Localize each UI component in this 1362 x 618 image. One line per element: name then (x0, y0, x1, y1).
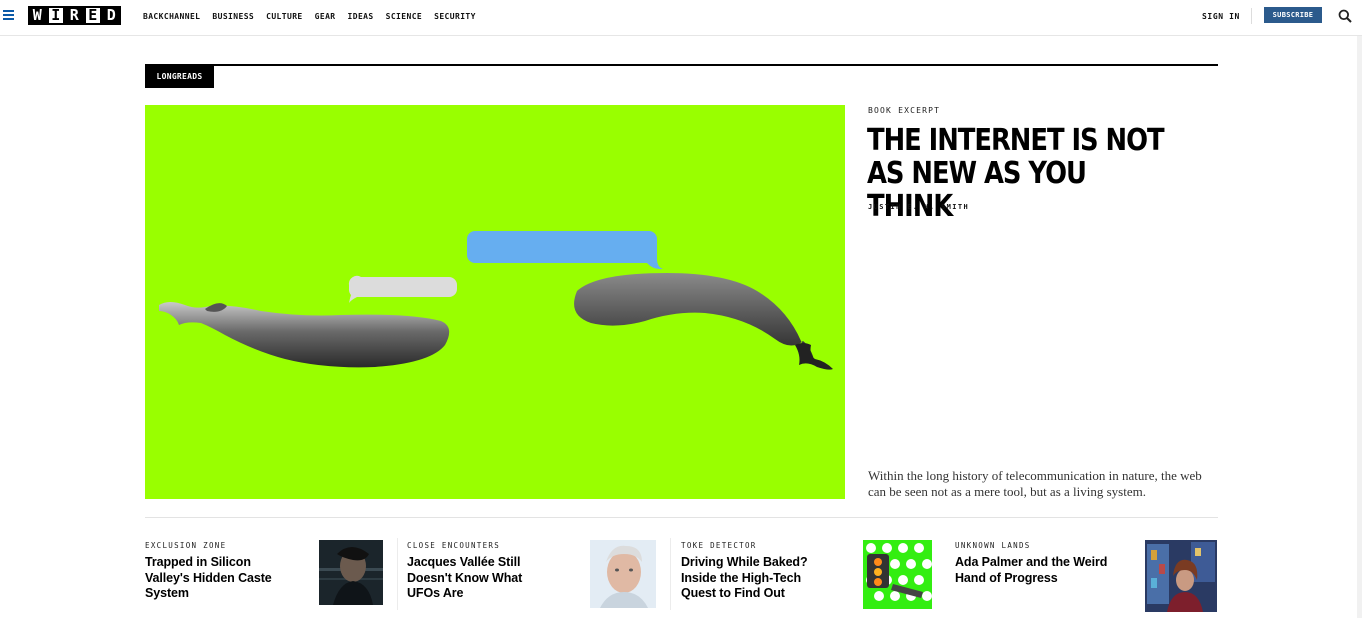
logo-letter: W (28, 6, 47, 25)
logo-letter: E (83, 6, 102, 25)
section-divider (145, 517, 1218, 518)
story-thumbnail[interactable] (319, 540, 383, 605)
page-scrollbar[interactable] (1357, 36, 1362, 618)
feature-byline[interactable]: JUSTIN E. H. SMITH (868, 203, 969, 211)
section-nav: BACKCHANNEL BUSINESS CULTURE GEAR IDEAS … (143, 12, 488, 21)
logo-letter: R (65, 6, 84, 25)
nav-link-backchannel[interactable]: BACKCHANNEL (143, 12, 200, 21)
top-navigation-bar: W I R E D BACKCHANNEL BUSINESS CULTURE G… (0, 0, 1362, 36)
card-separator (670, 538, 671, 610)
nav-link-ideas[interactable]: IDEAS (348, 12, 374, 21)
right-whale (574, 273, 833, 370)
story-kicker[interactable]: CLOSE ENCOUNTERS (407, 541, 500, 550)
story-thumbnail[interactable] (1145, 540, 1217, 612)
nav-link-science[interactable]: SCIENCE (386, 12, 423, 21)
nav-link-gear[interactable]: GEAR (315, 12, 336, 21)
nav-link-business[interactable]: BUSINESS (212, 12, 254, 21)
story-title[interactable]: Jacques Vallée Still Doesn't Know What U… (407, 555, 547, 602)
nav-link-security[interactable]: SECURITY (434, 12, 476, 21)
story-kicker[interactable]: UNKNOWN LANDS (955, 541, 1031, 550)
story-card[interactable]: CLOSE ENCOUNTERS Jacques Vallée Still Do… (407, 540, 657, 612)
story-title[interactable]: Driving While Baked? Inside the High-Tec… (681, 555, 821, 602)
section-rule (145, 64, 1218, 66)
left-whale (159, 302, 450, 368)
nav-link-culture[interactable]: CULTURE (266, 12, 303, 21)
logo-letter: I (46, 6, 65, 25)
feature-kicker[interactable]: BOOK EXCERPT (868, 106, 940, 115)
header-divider (1251, 8, 1252, 24)
subscribe-button[interactable]: SUBSCRIBE (1264, 7, 1322, 23)
gray-speech-bubble (348, 275, 457, 303)
story-card[interactable]: UNKNOWN LANDS Ada Palmer and the Weird H… (955, 540, 1218, 612)
section-tag[interactable]: LONGREADS (145, 66, 214, 88)
blue-speech-bubble (467, 231, 663, 270)
story-kicker[interactable]: EXCLUSION ZONE (145, 541, 226, 550)
logo-letter: D (102, 6, 121, 25)
hamburger-menu-icon[interactable] (3, 10, 14, 20)
story-title[interactable]: Trapped in Silicon Valley's Hidden Caste… (145, 555, 295, 602)
story-title[interactable]: Ada Palmer and the Weird Hand of Progres… (955, 555, 1125, 586)
search-icon[interactable] (1338, 9, 1352, 23)
wired-logo[interactable]: W I R E D (28, 6, 121, 25)
card-separator (397, 538, 398, 610)
story-kicker[interactable]: TOKE DETECTOR (681, 541, 757, 550)
story-card[interactable]: TOKE DETECTOR Driving While Baked? Insid… (681, 540, 936, 612)
feature-image[interactable] (145, 105, 845, 499)
whales-illustration (159, 231, 833, 370)
story-thumbnail[interactable] (590, 540, 656, 608)
sign-in-link[interactable]: SIGN IN (1202, 12, 1240, 21)
story-card[interactable]: EXCLUSION ZONE Trapped in Silicon Valley… (145, 540, 385, 612)
story-thumbnail[interactable] (863, 540, 932, 609)
feature-dek: Within the long history of telecommunica… (868, 468, 1202, 499)
